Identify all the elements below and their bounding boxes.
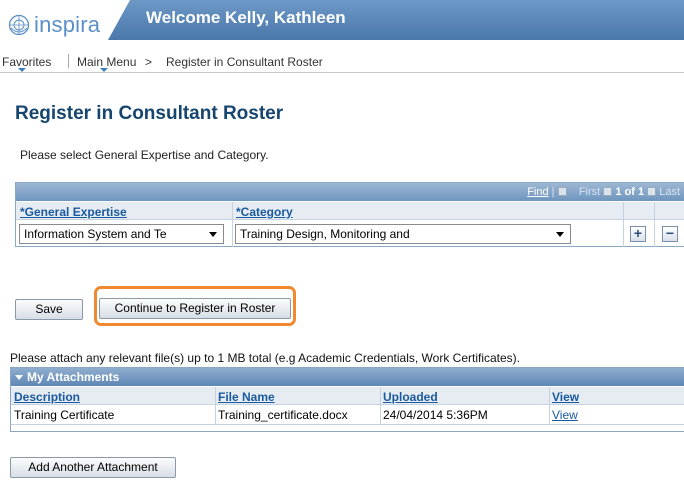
attachments-title: My Attachments	[27, 370, 120, 384]
main-menu[interactable]: Main Menu	[77, 55, 136, 69]
attachments-grid: My Attachments Description File Name Upl…	[10, 367, 684, 432]
column-divider	[654, 202, 655, 247]
general-expertise-select[interactable]: Information System and Te	[19, 224, 224, 244]
add-row-button[interactable]: +	[630, 226, 646, 242]
grid-header: Find | First 1 of 1 Last	[16, 183, 684, 201]
column-add	[623, 202, 654, 220]
column-divider	[623, 202, 624, 247]
expertise-grid: Find | First 1 of 1 Last *General Expert…	[15, 182, 684, 247]
header: inspira Welcome Kelly, Kathleen	[0, 0, 684, 50]
find-link[interactable]: Find	[527, 186, 548, 198]
uploaded-cell: 24/04/2014 5:36PM	[383, 408, 488, 422]
view-cell: View	[549, 406, 684, 424]
chevron-down-icon	[556, 232, 564, 237]
breadcrumb-separator: >	[145, 55, 153, 69]
first-label: First	[578, 186, 601, 198]
favorites-menu[interactable]: Favorites	[2, 55, 51, 69]
column-uploaded[interactable]: Uploaded	[380, 387, 549, 405]
view-all-icon[interactable]	[557, 186, 567, 196]
main-menu-dropdown-icon	[100, 68, 108, 72]
file-name-cell: Training_certificate.docx	[218, 408, 348, 422]
column-remove	[654, 202, 684, 220]
row-divider	[11, 424, 684, 425]
column-category[interactable]: *Category	[232, 202, 623, 220]
un-emblem-icon	[8, 14, 30, 36]
instruction-text: Please select General Expertise and Cate…	[20, 148, 269, 162]
row-count: 1 of 1	[615, 186, 645, 198]
collapse-icon[interactable]	[15, 375, 23, 380]
category-select[interactable]: Training Design, Monitoring and	[235, 224, 571, 244]
continue-register-button[interactable]: Continue to Register in Roster	[99, 298, 291, 319]
attachment-note: Please attach any relevant file(s) up to…	[10, 351, 520, 365]
column-description[interactable]: Description	[11, 387, 215, 405]
column-file-name[interactable]: File Name	[215, 387, 380, 405]
remove-row-button[interactable]: −	[662, 226, 678, 242]
breadcrumb-current: Register in Consultant Roster	[166, 55, 323, 69]
chevron-down-icon	[209, 232, 217, 237]
column-divider	[232, 202, 233, 247]
save-button[interactable]: Save	[15, 299, 83, 320]
previous-icon[interactable]	[603, 186, 613, 196]
add-attachment-button[interactable]: Add Another Attachment	[10, 457, 176, 478]
next-icon[interactable]	[647, 186, 657, 196]
category-value: Training Design, Monitoring and	[240, 227, 410, 241]
column-general-expertise[interactable]: *General Expertise	[16, 202, 232, 220]
last-label: Last	[659, 186, 680, 198]
menu-separator	[68, 54, 69, 68]
page-title: Register in Consultant Roster	[15, 103, 284, 124]
menu-bar: Favorites Main Menu > Register in Consul…	[0, 51, 684, 73]
column-view[interactable]: View	[549, 387, 684, 405]
view-link[interactable]: View	[552, 408, 578, 422]
welcome-text: Welcome Kelly, Kathleen	[146, 8, 346, 27]
general-expertise-value: Information System and Te	[24, 227, 167, 241]
grid-navigation: Find | First 1 of 1 Last	[527, 186, 680, 198]
favorites-dropdown-icon	[18, 68, 26, 72]
attachments-header[interactable]: My Attachments	[11, 368, 684, 386]
logo-text: inspira	[34, 12, 101, 37]
table-row: Training Certificate	[14, 408, 115, 422]
